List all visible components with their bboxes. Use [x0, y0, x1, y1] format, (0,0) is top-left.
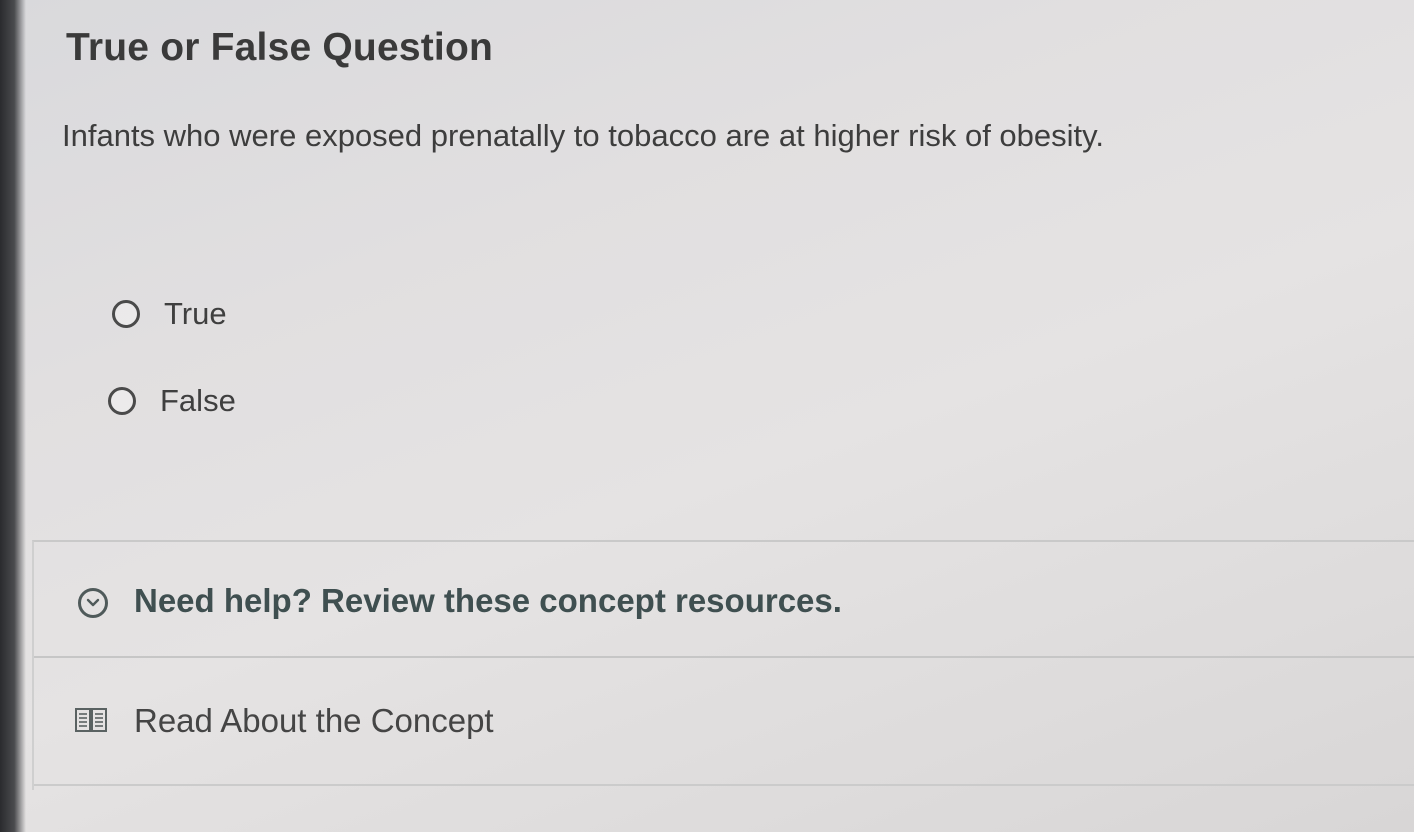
- option-false[interactable]: False: [108, 383, 236, 419]
- read-about-concept-link[interactable]: Read About the Concept: [34, 660, 1414, 786]
- chevron-down-circle-icon[interactable]: [78, 588, 108, 618]
- concept-resources-label[interactable]: Need help? Review these concept resource…: [134, 582, 842, 620]
- concept-resources-toggle[interactable]: Need help? Review these concept resource…: [34, 542, 1414, 658]
- question-page: True or False Question Infants who were …: [26, 0, 1414, 832]
- option-true-label[interactable]: True: [164, 296, 227, 332]
- window-left-edge: [0, 0, 26, 832]
- read-about-concept-label[interactable]: Read About the Concept: [134, 702, 494, 740]
- option-false-label[interactable]: False: [160, 383, 236, 419]
- question-text: Infants who were exposed prenatally to t…: [62, 118, 1104, 153]
- book-icon: [74, 706, 108, 734]
- radio-true[interactable]: [112, 300, 140, 328]
- radio-false[interactable]: [108, 387, 136, 415]
- concept-resources-panel: Need help? Review these concept resource…: [32, 540, 1414, 790]
- question-title: True or False Question: [66, 26, 494, 69]
- option-true[interactable]: True: [112, 296, 227, 332]
